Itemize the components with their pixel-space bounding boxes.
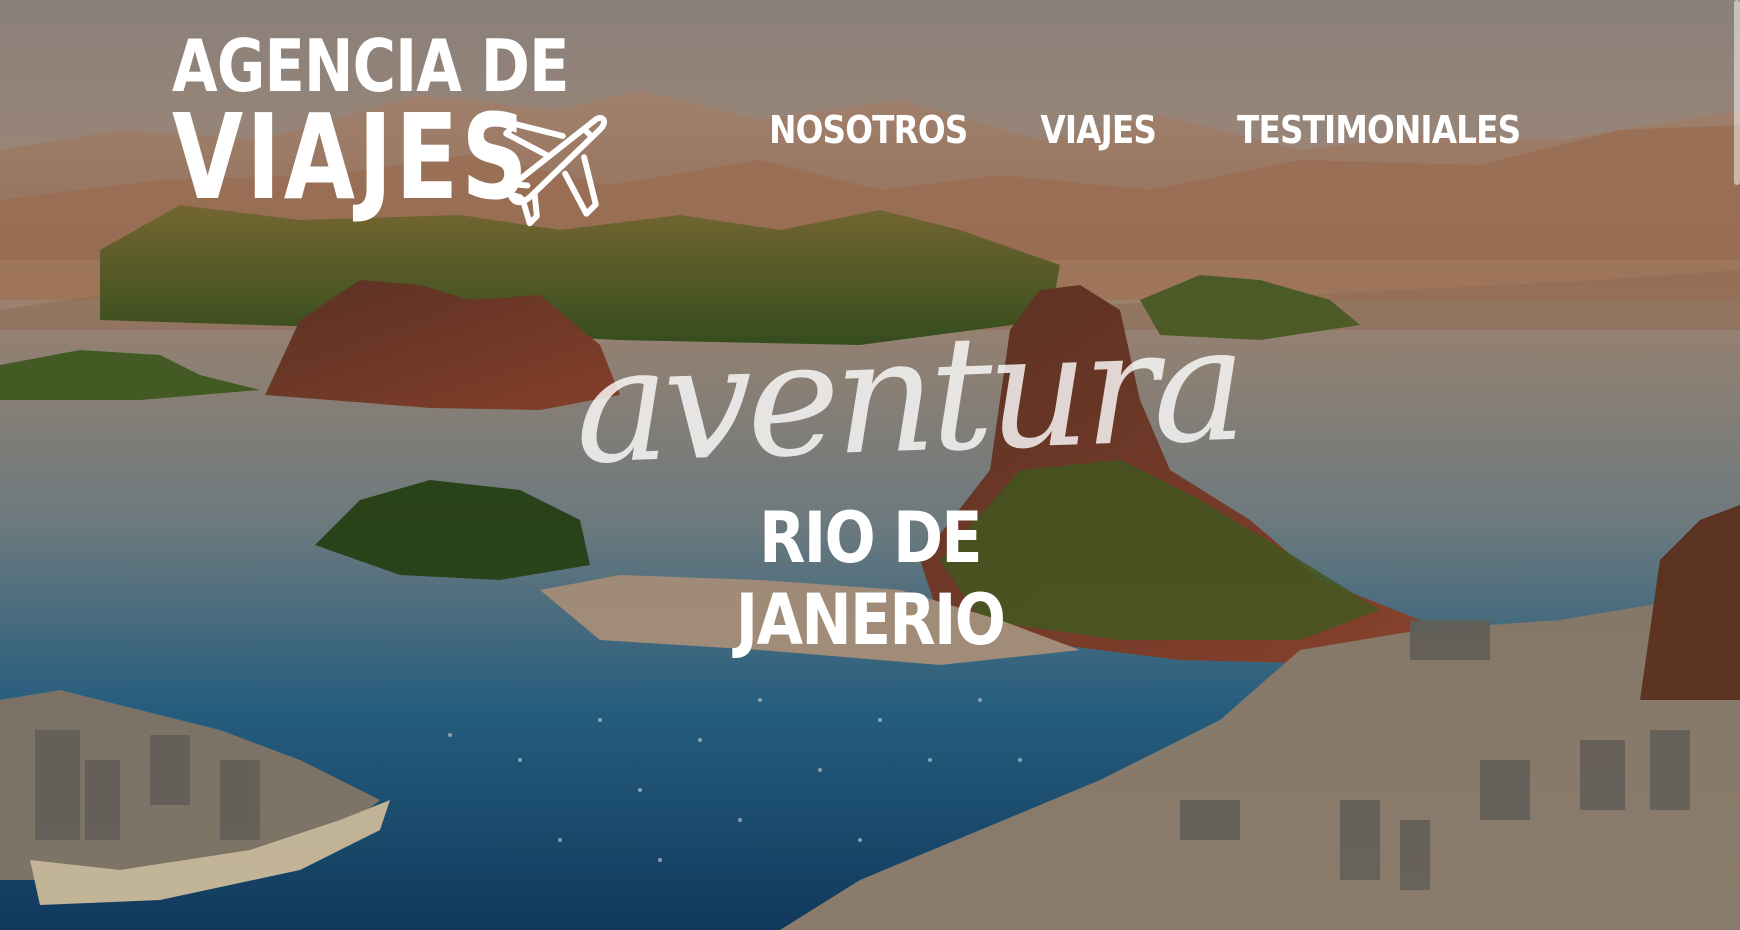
- nav-item-nosotros[interactable]: NOSOTROS: [769, 108, 968, 152]
- nav-item-viajes[interactable]: VIAJES: [1041, 108, 1157, 152]
- hero-tagline: aventura: [571, 292, 1244, 500]
- hero-banner: AGENCIA DE VIAJES NOSOTROS VIAJES TESTIM…: [0, 0, 1740, 930]
- hero-destination: RIO DE JANERIO: [600, 497, 1140, 661]
- nav-item-testimoniales[interactable]: TESTIMONIALES: [1237, 108, 1521, 152]
- airplane-icon: [493, 115, 607, 227]
- main-nav: NOSOTROS VIAJES TESTIMONIALES: [753, 108, 1543, 152]
- hero-destination-label: RIO DE JANERIO: [735, 497, 1006, 661]
- page-scrollbar[interactable]: [1734, 0, 1740, 185]
